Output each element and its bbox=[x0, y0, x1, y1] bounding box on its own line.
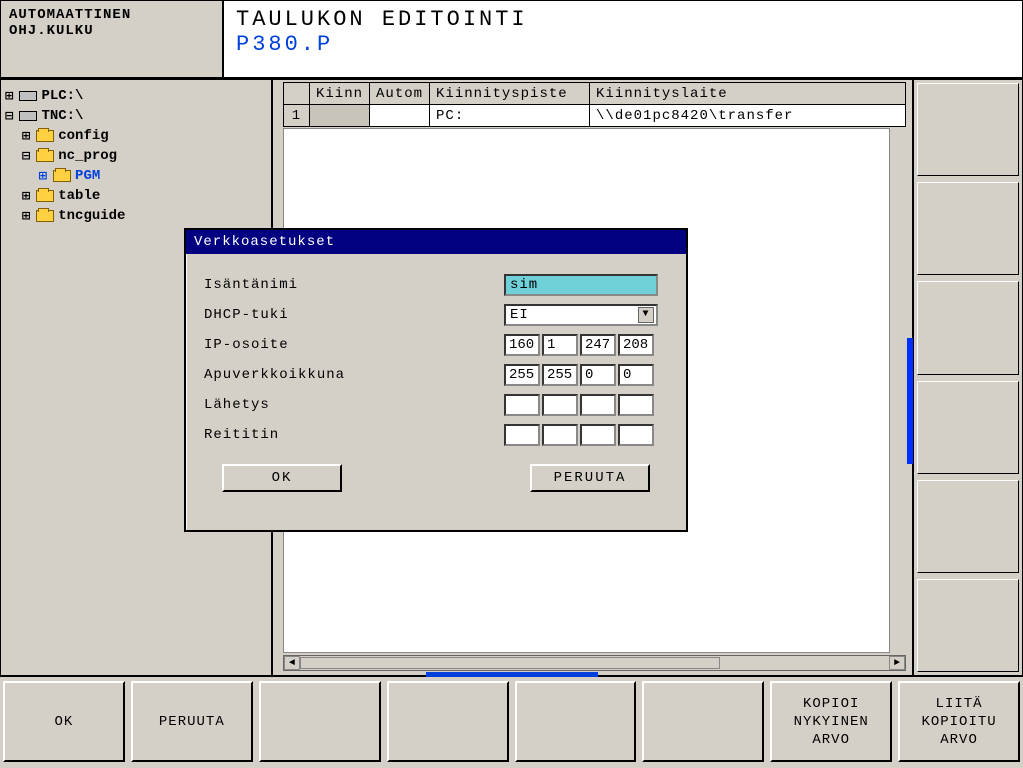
broadcast-octet-3[interactable] bbox=[580, 394, 616, 416]
table-header-row: Kiinn Autom Kiinnityspiste Kiinnityslait… bbox=[284, 83, 906, 105]
col-piste[interactable]: Kiinnityspiste bbox=[430, 83, 590, 105]
dhcp-select[interactable]: EI ▼ bbox=[504, 304, 658, 326]
folder-icon bbox=[36, 190, 54, 202]
cell-laite[interactable]: \\de01pc8420\transfer bbox=[590, 105, 906, 127]
softkey-row: OK PERUUTA KOPIOI NYKYINEN ARVO LIITÄ KO… bbox=[0, 676, 1023, 766]
subnet-octet-2[interactable] bbox=[542, 364, 578, 386]
col-rownum bbox=[284, 83, 310, 105]
folder-icon bbox=[36, 150, 54, 162]
broadcast-octet-1[interactable] bbox=[504, 394, 540, 416]
hostname-input[interactable] bbox=[504, 274, 658, 296]
subnet-octet-1[interactable] bbox=[504, 364, 540, 386]
router-octet-3[interactable] bbox=[580, 424, 616, 446]
subnet-octet-4[interactable] bbox=[618, 364, 654, 386]
scroll-thumb[interactable] bbox=[300, 657, 720, 669]
col-laite[interactable]: Kiinnityslaite bbox=[590, 83, 906, 105]
dialog-title: Verkkoasetukset bbox=[186, 230, 686, 254]
softkey-4[interactable] bbox=[387, 681, 509, 762]
col-autom[interactable]: Autom bbox=[370, 83, 430, 105]
softkey-copy-current[interactable]: KOPIOI NYKYINEN ARVO bbox=[770, 681, 892, 762]
router-octet-1[interactable] bbox=[504, 424, 540, 446]
folder-icon bbox=[36, 130, 54, 142]
ip-label: IP-osoite bbox=[204, 337, 504, 353]
softkey-5[interactable] bbox=[515, 681, 637, 762]
folder-icon bbox=[53, 170, 71, 182]
right-softkey-column bbox=[913, 79, 1023, 676]
tree-item-pgm[interactable]: ⊞PGM bbox=[5, 166, 267, 186]
ip-octet-1[interactable] bbox=[504, 334, 540, 356]
ip-octet-2[interactable] bbox=[542, 334, 578, 356]
mode-line2: OHJ.KULKU bbox=[9, 23, 214, 39]
right-softkey-1[interactable] bbox=[917, 83, 1019, 176]
table-row[interactable]: 1 PC: \\de01pc8420\transfer bbox=[284, 105, 906, 127]
vertical-scroll-indicator[interactable] bbox=[907, 338, 913, 464]
right-softkey-2[interactable] bbox=[917, 182, 1019, 275]
tree-item-plc[interactable]: ⊞PLC:\ bbox=[5, 86, 267, 106]
ip-octet-4[interactable] bbox=[618, 334, 654, 356]
right-softkey-5[interactable] bbox=[917, 480, 1019, 573]
scroll-left-icon[interactable]: ◄ bbox=[284, 656, 300, 670]
mode-indicator: AUTOMAATTINEN OHJ.KULKU bbox=[0, 0, 223, 78]
softkey-page-indicator bbox=[426, 672, 598, 677]
network-settings-dialog: Verkkoasetukset Isäntänimi DHCP-tuki EI … bbox=[184, 228, 688, 532]
cancel-button[interactable]: PERUUTA bbox=[530, 464, 650, 492]
tree-item-tncguide[interactable]: ⊞tncguide bbox=[5, 206, 267, 226]
dhcp-value: EI bbox=[510, 307, 529, 323]
tree-item-tnc[interactable]: ⊟TNC:\ bbox=[5, 106, 267, 126]
title-file: P380.P bbox=[236, 32, 1010, 57]
subnet-label: Apuverkkoikkuna bbox=[204, 367, 504, 383]
cell-kiinn[interactable] bbox=[310, 105, 370, 127]
right-softkey-4[interactable] bbox=[917, 381, 1019, 474]
drive-icon bbox=[19, 91, 37, 101]
ip-octet-3[interactable] bbox=[580, 334, 616, 356]
broadcast-label: Lähetys bbox=[204, 397, 504, 413]
subnet-octet-3[interactable] bbox=[580, 364, 616, 386]
ok-button[interactable]: OK bbox=[222, 464, 342, 492]
col-kiinn[interactable]: Kiinn bbox=[310, 83, 370, 105]
cell-rownum: 1 bbox=[284, 105, 310, 127]
broadcast-octet-4[interactable] bbox=[618, 394, 654, 416]
router-label: Reititin bbox=[204, 427, 504, 443]
softkey-ok[interactable]: OK bbox=[3, 681, 125, 762]
title-main: TAULUKON EDITOINTI bbox=[236, 7, 1010, 32]
router-octet-2[interactable] bbox=[542, 424, 578, 446]
softkey-3[interactable] bbox=[259, 681, 381, 762]
mode-line1: AUTOMAATTINEN bbox=[9, 7, 214, 23]
tree-item-table[interactable]: ⊞table bbox=[5, 186, 267, 206]
right-softkey-3[interactable] bbox=[917, 281, 1019, 374]
dhcp-label: DHCP-tuki bbox=[204, 307, 504, 323]
softkey-paste-copied[interactable]: LIITÄ KOPIOITU ARVO bbox=[898, 681, 1020, 762]
tree-item-config[interactable]: ⊞config bbox=[5, 126, 267, 146]
softkey-cancel[interactable]: PERUUTA bbox=[131, 681, 253, 762]
chevron-down-icon[interactable]: ▼ bbox=[638, 307, 654, 323]
hostname-label: Isäntänimi bbox=[204, 277, 504, 293]
right-softkey-6[interactable] bbox=[917, 579, 1019, 672]
softkey-6[interactable] bbox=[642, 681, 764, 762]
cell-piste[interactable]: PC: bbox=[430, 105, 590, 127]
drive-icon bbox=[19, 111, 37, 121]
router-octet-4[interactable] bbox=[618, 424, 654, 446]
folder-icon bbox=[36, 210, 54, 222]
scroll-right-icon[interactable]: ► bbox=[889, 656, 905, 670]
cell-autom[interactable] bbox=[370, 105, 430, 127]
title-bar: TAULUKON EDITOINTI P380.P bbox=[223, 0, 1023, 78]
data-table[interactable]: Kiinn Autom Kiinnityspiste Kiinnityslait… bbox=[283, 82, 906, 127]
broadcast-octet-2[interactable] bbox=[542, 394, 578, 416]
tree-item-ncprog[interactable]: ⊟nc_prog bbox=[5, 146, 267, 166]
horizontal-scrollbar[interactable]: ◄ ► bbox=[283, 655, 906, 671]
